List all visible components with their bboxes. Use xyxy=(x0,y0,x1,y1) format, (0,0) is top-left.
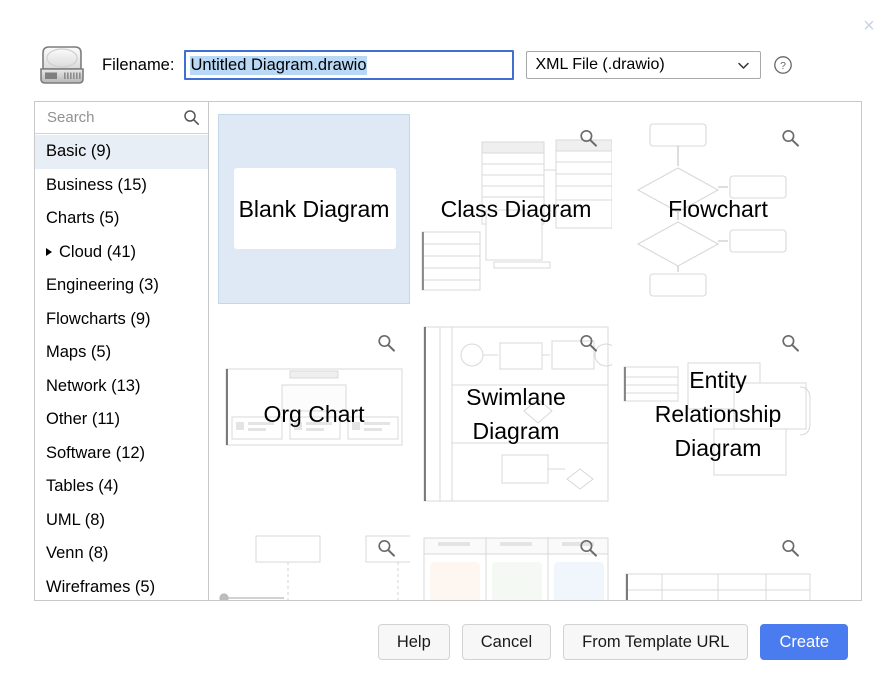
template-tile-label: Flowchart xyxy=(622,192,814,226)
search-input[interactable] xyxy=(45,108,183,127)
sidebar-item-label: Charts (5) xyxy=(46,209,119,228)
template-tile[interactable]: Entity Relationship Diagram xyxy=(622,319,814,509)
close-icon: × xyxy=(863,16,875,36)
svg-text:?: ? xyxy=(781,60,787,72)
category-sidebar: Basic (9) Business (15) Charts (5) Cloud (4… xyxy=(35,102,209,600)
sidebar-item-label: Wireframes (5) xyxy=(46,578,155,597)
file-format-value: XML File (.drawio) xyxy=(535,56,664,74)
template-tile[interactable]: Swimlane Diagram xyxy=(420,319,612,509)
template-tile[interactable]: Sequence xyxy=(218,524,410,600)
template-preview-thumbnail xyxy=(622,524,814,600)
template-preview-thumbnail xyxy=(218,524,410,600)
sidebar-item-charts[interactable]: Charts (5) xyxy=(35,202,208,236)
template-browser-panel: Basic (9) Business (15) Charts (5) Cloud (4… xyxy=(34,101,862,601)
sidebar-item-software[interactable]: Software (12) xyxy=(35,437,208,471)
template-grid-area[interactable]: Blank Diagram Class Diagram xyxy=(209,102,861,600)
template-tile[interactable]: Class Diagram xyxy=(420,114,612,304)
sidebar-item-engineering[interactable]: Engineering (3) xyxy=(35,269,208,303)
sidebar-item-label: Cloud (41) xyxy=(59,243,136,262)
sidebar-item-label: Maps (5) xyxy=(46,343,111,362)
template-tile[interactable]: Flowchart xyxy=(622,114,814,304)
filename-input-wrapper[interactable] xyxy=(184,50,514,80)
sidebar-item-flowcharts[interactable]: Flowcharts (9) xyxy=(35,303,208,337)
category-search-row[interactable] xyxy=(35,102,208,134)
chevron-down-icon xyxy=(737,59,750,72)
template-tile-label: Entity Relationship Diagram xyxy=(622,363,814,465)
sidebar-item-basic[interactable]: Basic (9) xyxy=(35,135,208,169)
magnifier-icon[interactable] xyxy=(578,538,598,558)
template-tile[interactable]: Org Chart xyxy=(218,319,410,509)
template-tile-label: Class Diagram xyxy=(420,192,612,226)
create-button[interactable]: Create xyxy=(760,624,848,660)
sidebar-item-maps[interactable]: Maps (5) xyxy=(35,336,208,370)
template-preview-thumbnail xyxy=(420,524,612,600)
template-tile[interactable]: Simple xyxy=(420,524,612,600)
sidebar-item-network[interactable]: Network (13) xyxy=(35,370,208,404)
magnifier-icon[interactable] xyxy=(780,333,800,353)
sidebar-item-label: Tables (4) xyxy=(46,477,118,496)
dialog-header: Filename: XML File (.drawio) ? xyxy=(0,36,888,94)
from-template-url-button[interactable]: From Template URL xyxy=(563,624,748,660)
template-tile[interactable]: Cross- xyxy=(622,524,814,600)
category-list: Basic (9) Business (15) Charts (5) Cloud (4… xyxy=(35,134,208,600)
template-tile-label: Blank Diagram xyxy=(219,192,409,226)
sidebar-item-venn[interactable]: Venn (8) xyxy=(35,537,208,571)
sidebar-item-label: Engineering (3) xyxy=(46,276,159,295)
sidebar-item-label: Business (15) xyxy=(46,176,147,195)
file-format-select[interactable]: XML File (.drawio) xyxy=(526,51,761,79)
sidebar-item-other[interactable]: Other (11) xyxy=(35,403,208,437)
sidebar-item-wireframes[interactable]: Wireframes (5) xyxy=(35,571,208,601)
sidebar-item-business[interactable]: Business (15) xyxy=(35,169,208,203)
magnifier-icon[interactable] xyxy=(578,128,598,148)
hard-drive-icon xyxy=(36,43,88,87)
magnifier-icon[interactable] xyxy=(376,538,396,558)
magnifier-icon[interactable] xyxy=(578,333,598,353)
expand-triangle-icon[interactable] xyxy=(46,248,52,256)
magnifier-icon[interactable] xyxy=(376,333,396,353)
sidebar-item-uml[interactable]: UML (8) xyxy=(35,504,208,538)
template-tile[interactable]: Blank Diagram xyxy=(218,114,410,304)
sidebar-item-label: UML (8) xyxy=(46,511,105,530)
sidebar-item-cloud[interactable]: Cloud (41) xyxy=(35,236,208,270)
sidebar-item-label: Venn (8) xyxy=(46,544,108,563)
template-tile-label: Org Chart xyxy=(218,397,410,431)
sidebar-item-label: Network (13) xyxy=(46,377,140,396)
template-grid: Blank Diagram Class Diagram xyxy=(209,102,861,600)
sidebar-item-tables[interactable]: Tables (4) xyxy=(35,470,208,504)
help-circle-icon[interactable]: ? xyxy=(773,55,793,75)
sidebar-item-label: Other (11) xyxy=(46,410,120,429)
sidebar-item-label: Flowcharts (9) xyxy=(46,310,151,329)
sidebar-item-label: Software (12) xyxy=(46,444,145,463)
filename-label: Filename: xyxy=(102,56,174,75)
magnifier-icon[interactable] xyxy=(780,128,800,148)
dialog-footer: Help Cancel From Template URL Create xyxy=(0,618,888,666)
filename-input[interactable] xyxy=(186,52,512,78)
cancel-button[interactable]: Cancel xyxy=(462,624,551,660)
search-icon xyxy=(183,109,200,126)
magnifier-icon[interactable] xyxy=(780,538,800,558)
help-button[interactable]: Help xyxy=(378,624,450,660)
sidebar-item-label: Basic (9) xyxy=(46,142,111,161)
template-tile-label: Swimlane Diagram xyxy=(420,380,612,448)
